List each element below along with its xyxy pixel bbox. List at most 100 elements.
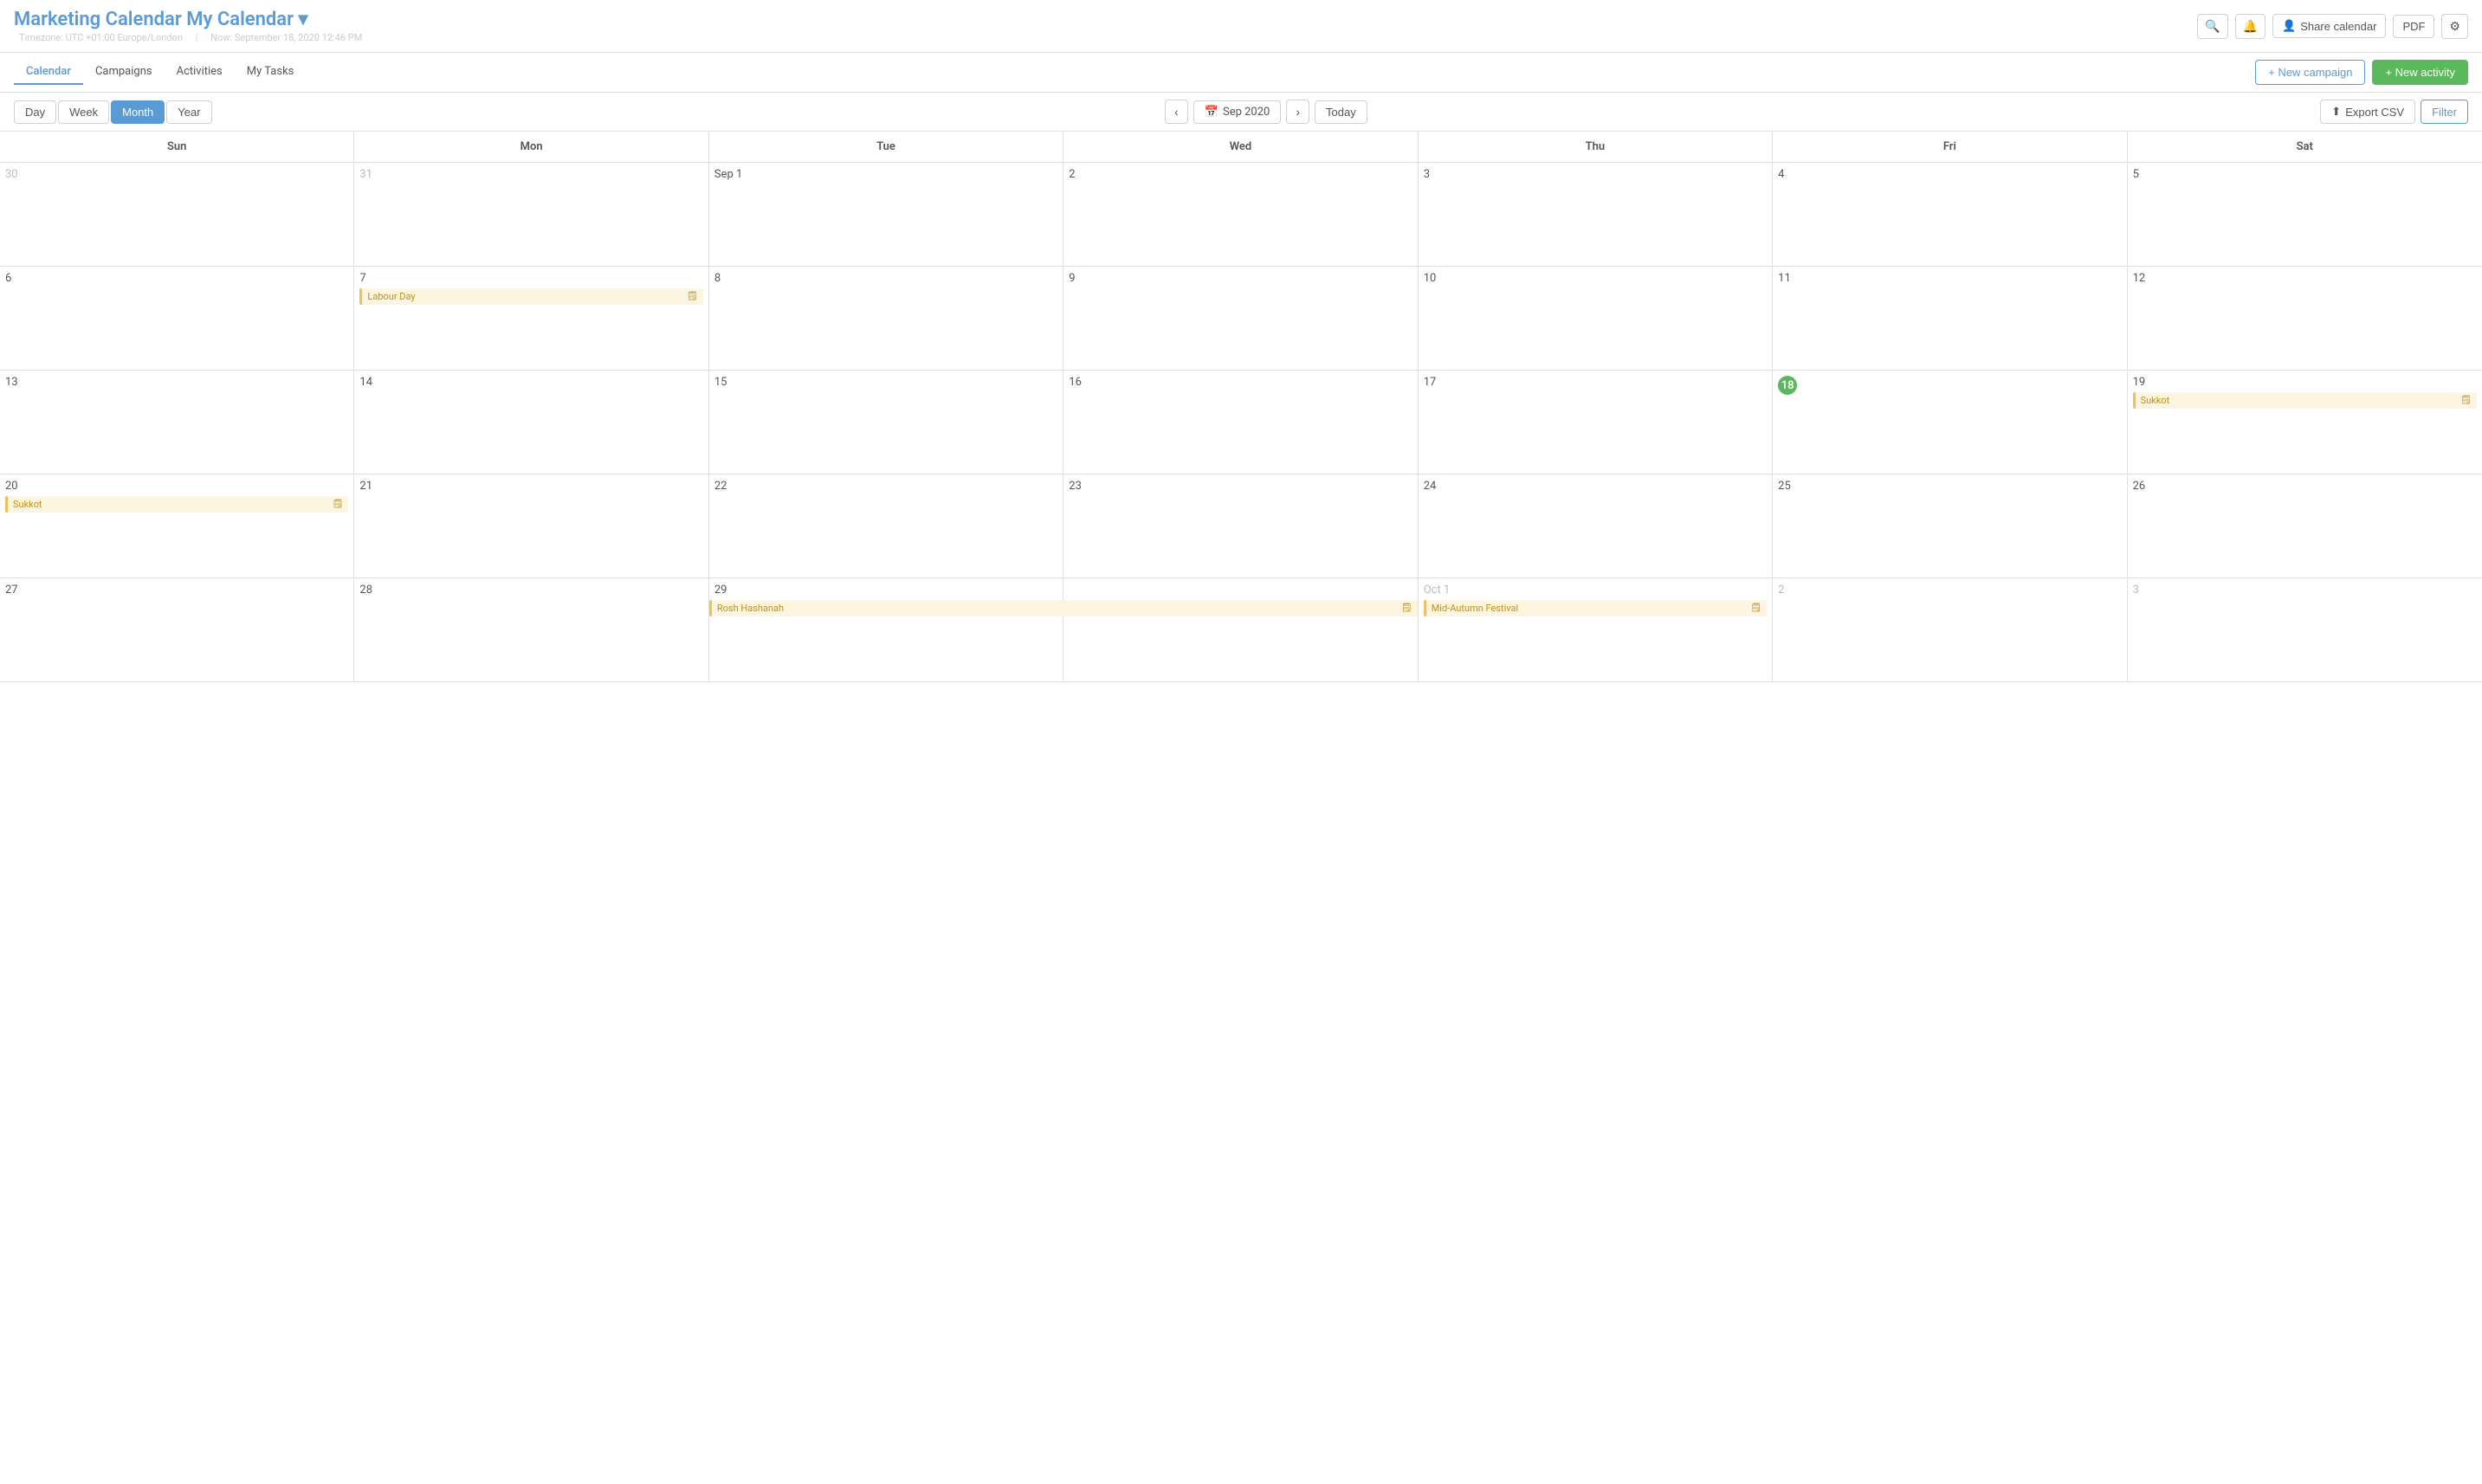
cal-cell-17[interactable]: 17 [1419,371,1773,474]
next-period-button[interactable]: › [1286,100,1309,124]
header-sun: Sun [0,132,354,162]
cal-cell-23[interactable]: 23 [1063,474,1418,578]
app-title-static: Marketing Calendar [14,9,186,30]
cal-cell-26[interactable]: 26 [2128,474,2482,578]
gear-icon: ⚙ [2449,19,2460,34]
event-mid-autumn[interactable]: Mid-Autumn Festival 🗒 [1424,600,1767,616]
filter-button[interactable]: Filter [2421,100,2468,124]
cal-cell-27[interactable]: 27 [0,578,354,682]
header-tue: Tue [709,132,1063,162]
cal-cell-28[interactable]: 28 [354,578,708,682]
notifications-button[interactable]: 🔔 [2235,14,2265,39]
settings-button[interactable]: ⚙ [2441,14,2468,39]
cal-cell-12[interactable]: 12 [2128,267,2482,371]
event-rosh-hashanah[interactable]: Rosh Hashanah 🗒 [709,600,1418,616]
pdf-button[interactable]: PDF [2393,15,2434,38]
view-week-button[interactable]: Week [58,100,109,124]
calendar-icon: 📅 [1205,106,1218,119]
separator: | [196,32,198,43]
title-caret[interactable]: ▾ [299,9,308,30]
calendar-header: Sun Mon Tue Wed Thu Fri Sat [0,132,2482,163]
today-button[interactable]: Today [1315,100,1367,124]
nav-bar: Calendar Campaigns Activities My Tasks +… [0,53,2482,93]
export-icon: ⬆ [2331,105,2341,119]
pdf-label: PDF [2402,20,2425,33]
cal-cell-18[interactable]: 18 [1773,371,2127,474]
toolbar-right: ⬆ Export CSV Filter [2320,100,2468,124]
new-activity-label: + New activity [2385,66,2455,79]
cal-cell-14[interactable]: 14 [354,371,708,474]
top-bar: Marketing Calendar My Calendar ▾ Timezon… [0,0,2482,53]
view-day-button[interactable]: Day [14,100,56,124]
top-bar-left: Marketing Calendar My Calendar ▾ Timezon… [14,9,367,43]
timezone-text: Timezone: UTC +01:00 Europe/London [19,32,183,43]
now-text: Now: September 18, 2020 12:46 PM [210,32,362,43]
cal-cell-20[interactable]: 20 Sukkot 🗒 [0,474,354,578]
event-sukkot-19[interactable]: Sukkot 🗒 [2133,392,2477,409]
event-sukkot-20[interactable]: Sukkot 🗒 [5,496,348,513]
event-labour-day[interactable]: Labour Day 🗒 [359,288,702,305]
share-label: Share calendar [2300,20,2376,33]
cal-cell-13[interactable]: 13 [0,371,354,474]
event-icon: 🗒 [687,292,698,301]
cal-cell-2[interactable]: 2 [1063,163,1418,267]
event-icon-midautumn: 🗒 [1750,603,1761,613]
today-badge: 18 [1778,376,1797,395]
cal-cell-19[interactable]: 19 Sukkot 🗒 [2128,371,2482,474]
cal-cell-8[interactable]: 8 [709,267,1063,371]
tab-activities[interactable]: Activities [165,60,235,85]
search-button[interactable]: 🔍 [2197,14,2227,39]
calendar: Sun Mon Tue Wed Thu Fri Sat 30 31 Sep 1 … [0,131,2482,682]
new-activity-button[interactable]: + New activity [2372,60,2468,85]
new-campaign-label: + New campaign [2268,66,2352,79]
app-title-dynamic: My Calendar [186,9,294,30]
current-period-label: 📅 Sep 2020 [1193,100,1282,124]
event-icon-sukkot20: 🗒 [333,500,344,509]
cal-cell-30[interactable]: 30 [1063,578,1418,682]
cal-cell-4[interactable]: 4 [1773,163,2127,267]
cal-cell-24[interactable]: 24 [1419,474,1773,578]
cal-cell-11[interactable]: 11 [1773,267,2127,371]
event-icon-rosh: 🗒 [1401,603,1412,613]
filter-label: Filter [2432,106,2457,119]
view-month-button[interactable]: Month [111,100,165,124]
new-campaign-button[interactable]: + New campaign [2255,60,2365,85]
cal-cell-3[interactable]: 3 [1419,163,1773,267]
cal-cell-oct1[interactable]: Oct 1 Mid-Autumn Festival 🗒 [1419,578,1773,682]
cal-cell-10[interactable]: 10 [1419,267,1773,371]
search-icon: 🔍 [2205,19,2220,34]
top-bar-right: 🔍 🔔 👤 Share calendar PDF ⚙ [2197,14,2468,39]
cal-cell-16[interactable]: 16 [1063,371,1418,474]
share-calendar-button[interactable]: 👤 Share calendar [2272,14,2386,38]
export-csv-button[interactable]: ⬆ Export CSV [2320,100,2415,124]
tab-campaigns[interactable]: Campaigns [83,60,165,85]
cal-cell-sep1[interactable]: Sep 1 [709,163,1063,267]
header-mon: Mon [354,132,708,162]
cal-cell-oct2[interactable]: 2 [1773,578,2127,682]
nav-actions: + New campaign + New activity [2255,60,2468,85]
nav-tabs: Calendar Campaigns Activities My Tasks [14,60,306,85]
tab-my-tasks[interactable]: My Tasks [235,60,307,85]
header-sat: Sat [2128,132,2482,162]
view-buttons: Day Week Month Year [14,100,212,124]
cal-cell-31[interactable]: 31 [354,163,708,267]
period-text: Sep 2020 [1223,106,1270,119]
cal-cell-oct3[interactable]: 3 [2128,578,2482,682]
cal-cell-5[interactable]: 5 [2128,163,2482,267]
cal-cell-29[interactable]: 29 Rosh Hashanah 🗒 [709,578,1063,682]
cal-cell-9[interactable]: 9 [1063,267,1418,371]
prev-period-button[interactable]: ‹ [1165,100,1188,124]
cal-cell-25[interactable]: 25 [1773,474,2127,578]
cal-cell-15[interactable]: 15 [709,371,1063,474]
cal-cell-7[interactable]: 7 Labour Day 🗒 [354,267,708,371]
view-year-button[interactable]: Year [166,100,211,124]
cal-cell-21[interactable]: 21 [354,474,708,578]
cal-cell-6[interactable]: 6 [0,267,354,371]
cal-cell-22[interactable]: 22 [709,474,1063,578]
calendar-grid: 30 31 Sep 1 2 3 4 5 6 7 Labour Day 🗒 8 9… [0,163,2482,682]
timezone-info: Timezone: UTC +01:00 Europe/London | Now… [14,32,367,43]
header-wed: Wed [1063,132,1418,162]
tab-calendar[interactable]: Calendar [14,60,83,85]
cal-cell-30[interactable]: 30 [0,163,354,267]
event-icon-sukkot19: 🗒 [2460,396,2472,405]
